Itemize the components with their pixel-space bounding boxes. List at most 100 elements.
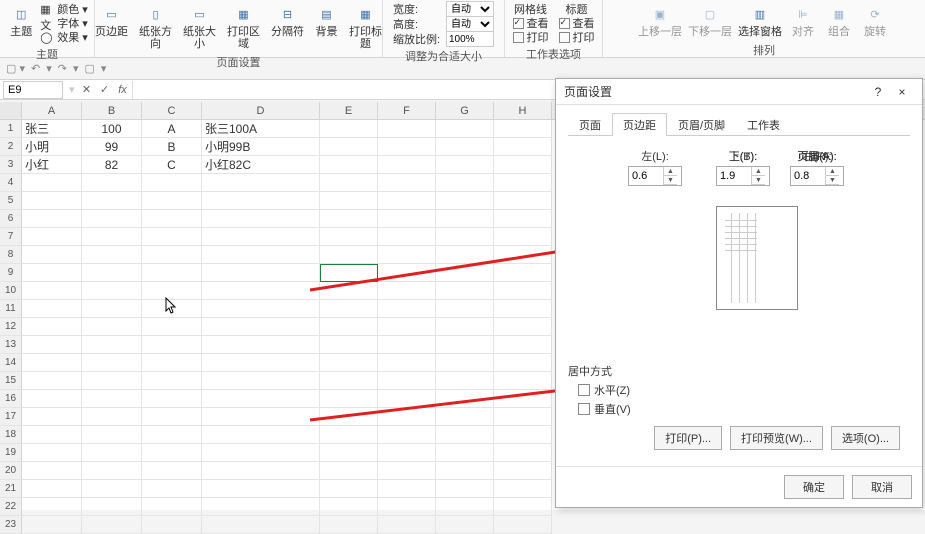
row-header[interactable]: 19 [0, 444, 22, 462]
row-header[interactable]: 4 [0, 174, 22, 192]
cell[interactable] [142, 174, 202, 192]
cell[interactable] [82, 210, 142, 228]
selection-pane-button[interactable]: ▥选择窗格 [737, 2, 783, 40]
cell[interactable] [436, 264, 494, 282]
cell[interactable] [320, 462, 378, 480]
cell[interactable]: 小红 [22, 156, 82, 174]
cell[interactable]: 张三100A [202, 120, 320, 138]
cell[interactable] [202, 390, 320, 408]
theme-button[interactable]: ◫ 主题 [6, 2, 36, 40]
footer-margin-input[interactable]: ▲▼ [790, 166, 844, 186]
cell[interactable] [320, 318, 378, 336]
cell[interactable] [202, 498, 320, 516]
cancel-edit-icon[interactable]: ✕ [78, 83, 96, 96]
cell[interactable] [82, 192, 142, 210]
row-header[interactable]: 1 [0, 120, 22, 138]
col-header[interactable]: C [142, 102, 202, 119]
cell[interactable] [436, 138, 494, 156]
confirm-edit-icon[interactable]: ✓ [96, 83, 114, 96]
cell[interactable] [378, 318, 436, 336]
cell[interactable] [494, 156, 552, 174]
cell[interactable] [378, 480, 436, 498]
cell[interactable] [82, 408, 142, 426]
cell[interactable] [436, 192, 494, 210]
cell[interactable] [82, 372, 142, 390]
row-header[interactable]: 21 [0, 480, 22, 498]
bring-forward-button[interactable]: ▣上移一层 [637, 2, 683, 40]
cell[interactable]: 小红82C [202, 156, 320, 174]
cell[interactable] [436, 354, 494, 372]
align-button[interactable]: ⊫对齐 [787, 2, 819, 40]
tab-sheet[interactable]: 工作表 [736, 113, 791, 136]
cell[interactable] [378, 372, 436, 390]
dialog-titlebar[interactable]: 页面设置 ? × [556, 79, 922, 105]
cell[interactable] [378, 174, 436, 192]
cell[interactable] [378, 264, 436, 282]
cell[interactable]: 张三 [22, 120, 82, 138]
row-header[interactable]: 17 [0, 408, 22, 426]
cell[interactable] [378, 228, 436, 246]
cell[interactable]: A [142, 120, 202, 138]
tab-margins[interactable]: 页边距 [612, 113, 667, 136]
cell[interactable] [494, 318, 552, 336]
cell[interactable] [82, 336, 142, 354]
cell[interactable] [436, 120, 494, 138]
cell[interactable] [142, 192, 202, 210]
cell[interactable] [320, 426, 378, 444]
cell[interactable] [22, 174, 82, 192]
cell[interactable] [494, 300, 552, 318]
cell[interactable] [436, 444, 494, 462]
cell[interactable] [202, 408, 320, 426]
cell[interactable] [202, 444, 320, 462]
cell[interactable] [436, 462, 494, 480]
row-header[interactable]: 13 [0, 336, 22, 354]
cell[interactable] [142, 462, 202, 480]
cell[interactable] [494, 228, 552, 246]
cell[interactable] [320, 120, 378, 138]
cell[interactable] [436, 336, 494, 354]
cell[interactable] [320, 516, 378, 534]
cell[interactable] [378, 336, 436, 354]
row-header[interactable]: 12 [0, 318, 22, 336]
cell[interactable] [22, 408, 82, 426]
cancel-button[interactable]: 取消 [852, 475, 912, 499]
cell[interactable] [22, 246, 82, 264]
row-header[interactable]: 9 [0, 264, 22, 282]
cell[interactable] [378, 138, 436, 156]
cell[interactable] [22, 336, 82, 354]
cell[interactable] [436, 480, 494, 498]
cell[interactable] [378, 426, 436, 444]
cell[interactable] [22, 300, 82, 318]
row-header[interactable]: 22 [0, 498, 22, 516]
cell[interactable] [320, 228, 378, 246]
cell[interactable]: 小明99B [202, 138, 320, 156]
undo-button[interactable]: ↶ [31, 62, 40, 75]
row-header[interactable]: 7 [0, 228, 22, 246]
row-header[interactable]: 14 [0, 354, 22, 372]
center-vertical-checkbox[interactable]: 垂直(V) [578, 401, 910, 417]
cell[interactable] [320, 246, 378, 264]
cell[interactable] [22, 390, 82, 408]
fx-icon[interactable]: fx [114, 84, 132, 96]
cell[interactable] [378, 156, 436, 174]
cell[interactable] [494, 174, 552, 192]
cell[interactable] [378, 210, 436, 228]
cell[interactable] [22, 210, 82, 228]
col-header[interactable]: G [436, 102, 494, 119]
cell[interactable] [202, 462, 320, 480]
cell[interactable] [436, 228, 494, 246]
cell[interactable] [82, 354, 142, 372]
cell[interactable] [320, 300, 378, 318]
col-header[interactable]: H [494, 102, 552, 119]
cell[interactable] [320, 498, 378, 516]
row-header[interactable]: 15 [0, 372, 22, 390]
redo-button[interactable]: ↷ [58, 62, 67, 75]
dialog-close-button[interactable]: × [890, 85, 914, 99]
cell[interactable] [142, 246, 202, 264]
cell[interactable] [22, 282, 82, 300]
cell[interactable] [22, 318, 82, 336]
cell[interactable] [202, 516, 320, 534]
cell[interactable] [142, 444, 202, 462]
gridlines-print[interactable]: 打印 [513, 30, 549, 44]
cell[interactable] [82, 282, 142, 300]
